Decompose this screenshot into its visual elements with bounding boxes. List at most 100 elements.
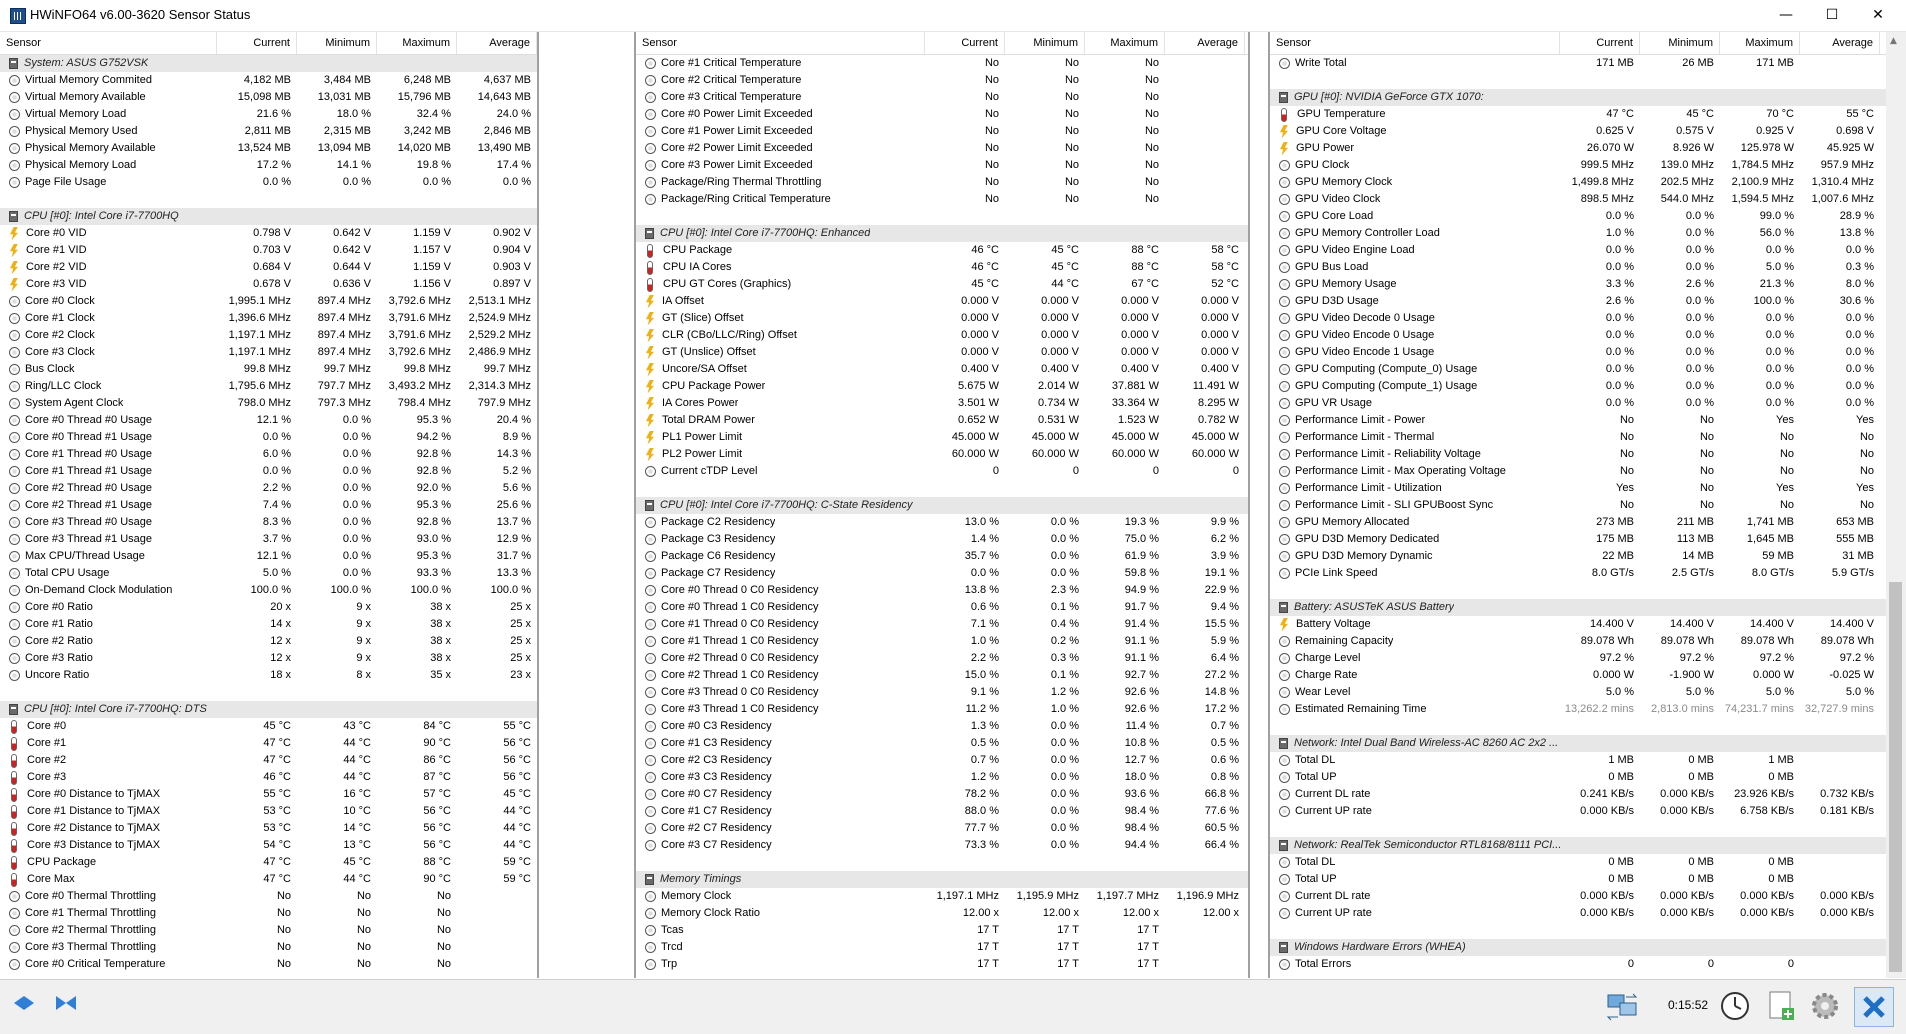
sensor-row[interactable]: Core #0 Thread 0 C0 Residency 13.8 % 2.3 %… xyxy=(636,582,1248,599)
sensor-row[interactable]: GPU D3D Memory Dynamic 22 MB 14 MB 59 MB 31 … xyxy=(1270,548,1886,565)
sensor-row[interactable]: Core #2 VID 0.684 V 0.644 V 1.159 V 0.903 V xyxy=(0,259,537,276)
column-header-minimum[interactable]: Minimum xyxy=(297,32,377,54)
sensor-row[interactable]: Virtual Memory Commited 4,182 MB 3,484 MB 6… xyxy=(0,72,537,89)
sensor-row[interactable]: Core #3 Thread 1 C0 Residency 11.2 % 1.0 %… xyxy=(636,701,1248,718)
sensor-group-header[interactable]: Battery: ASUSTeK ASUS Battery xyxy=(1270,599,1886,616)
sensor-row[interactable]: Total DRAM Power 0.652 W 0.531 W 1.523 W 0.7… xyxy=(636,412,1248,429)
sensor-row[interactable]: Charge Rate 0.000 W -1.900 W 0.000 W -0.025 … xyxy=(1270,667,1886,684)
sensor-row[interactable]: GPU D3D Usage 2.6 % 0.0 % 100.0 % 30.6 % xyxy=(1270,293,1886,310)
sensor-row[interactable]: GPU Video Encode 0 Usage 0.0 % 0.0 % 0.0 % 0… xyxy=(1270,327,1886,344)
add-report-icon[interactable] xyxy=(1762,987,1800,1025)
sensor-row[interactable]: Core #0 Clock 1,995.1 MHz 897.4 MHz 3,792.6… xyxy=(0,293,537,310)
sensor-row[interactable]: Core #2 Clock 1,197.1 MHz 897.4 MHz 3,791.6… xyxy=(0,327,537,344)
minimize-button[interactable]: — xyxy=(1763,0,1809,31)
sensor-row[interactable]: Core #2 Thermal Throttling No No No xyxy=(0,922,537,939)
sensor-row[interactable]: PL2 Power Limit 60.000 W 60.000 W 60.000 W 6… xyxy=(636,446,1248,463)
sensor-row[interactable]: PL1 Power Limit 45.000 W 45.000 W 45.000 W 4… xyxy=(636,429,1248,446)
sensor-row[interactable]: Package C6 Residency 35.7 % 0.0 % 61.9 % 3.9… xyxy=(636,548,1248,565)
sensor-row[interactable]: Core #0 Ratio 20 x 9 x 38 x 25 x xyxy=(0,599,537,616)
sensor-row[interactable]: Performance Limit - Max Operating Voltag… xyxy=(1270,463,1886,480)
sensor-group-header[interactable]: Network: RealTek Semiconductor RTL8168/8… xyxy=(1270,837,1886,854)
sensor-row[interactable]: Core #0 Thread #0 Usage 12.1 % 0.0 % 95.3 %… xyxy=(0,412,537,429)
sensor-row[interactable]: Physical Memory Used 2,811 MB 2,315 MB 3,24… xyxy=(0,123,537,140)
sensor-row[interactable]: Estimated Remaining Time 13,262.2 mins 2,8… xyxy=(1270,701,1886,718)
sensor-row[interactable]: Core #1 Thermal Throttling No No No xyxy=(0,905,537,922)
close-window-button[interactable]: ✕ xyxy=(1855,0,1901,31)
sensor-row[interactable]: Core #3 Thread #1 Usage 3.7 % 0.0 % 93.0 % 1… xyxy=(0,531,537,548)
sensor-row[interactable]: GPU Bus Load 0.0 % 0.0 % 5.0 % 0.3 % xyxy=(1270,259,1886,276)
sensor-row[interactable]: GT (Slice) Offset 0.000 V 0.000 V 0.000 V 0.… xyxy=(636,310,1248,327)
scrollbar[interactable]: ▲ xyxy=(1886,32,1906,978)
sensor-row[interactable]: Bus Clock 99.8 MHz 99.7 MHz 99.8 MHz 99.7 MH… xyxy=(0,361,537,378)
scrollbar-thumb[interactable] xyxy=(1889,582,1902,972)
scroll-up-icon[interactable]: ▲ xyxy=(1890,36,1897,46)
sensor-row[interactable]: GPU Core Voltage 0.625 V 0.575 V 0.925 V 0.6… xyxy=(1270,123,1886,140)
sensor-row[interactable]: Core #2 Distance to TjMAX 53 °C 14 °C 56 °C… xyxy=(0,820,537,837)
sensor-row[interactable]: Total UP 0 MB 0 MB 0 MB xyxy=(1270,769,1886,786)
sensor-row[interactable]: Core #0 Thermal Throttling No No No xyxy=(0,888,537,905)
sensor-row[interactable]: GPU Computing (Compute_1) Usage 0.0 % 0.0 … xyxy=(1270,378,1886,395)
sensor-row[interactable]: Performance Limit - Thermal No No No No xyxy=(1270,429,1886,446)
sensor-row[interactable]: Core #2 47 °C 44 °C 86 °C 56 °C xyxy=(0,752,537,769)
sensor-row[interactable]: Battery Voltage 14.400 V 14.400 V 14.400 V 1… xyxy=(1270,616,1886,633)
sensor-row[interactable]: Wear Level 5.0 % 5.0 % 5.0 % 5.0 % xyxy=(1270,684,1886,701)
sensor-row[interactable]: Core #2 Ratio 12 x 9 x 38 x 25 x xyxy=(0,633,537,650)
sensor-row[interactable]: IA Cores Power 3.501 W 0.734 W 33.364 W 8.29… xyxy=(636,395,1248,412)
sensor-row[interactable]: Max CPU/Thread Usage 12.1 % 0.0 % 95.3 % 31.… xyxy=(0,548,537,565)
sensor-row[interactable]: Core #3 C3 Residency 1.2 % 0.0 % 18.0 % 0.8 … xyxy=(636,769,1248,786)
column-header-current[interactable]: Current xyxy=(1560,32,1640,54)
sensor-row[interactable]: Current cTDP Level 0 0 0 0 xyxy=(636,463,1248,480)
sensor-row[interactable]: Memory Clock Ratio 12.00 x 12.00 x 12.00 x 1… xyxy=(636,905,1248,922)
sensor-row[interactable]: Core #1 Distance to TjMAX 53 °C 10 °C 56 °C… xyxy=(0,803,537,820)
sensor-row[interactable]: GPU Video Decode 0 Usage 0.0 % 0.0 % 0.0 % 0… xyxy=(1270,310,1886,327)
sensor-row[interactable]: Core #1 Power Limit Exceeded No No No xyxy=(636,123,1248,140)
sensor-row[interactable]: Ring/LLC Clock 1,795.6 MHz 797.7 MHz 3,493.… xyxy=(0,378,537,395)
sensor-row[interactable]: Current UP rate 0.000 KB/s 0.000 KB/s 6.758… xyxy=(1270,803,1886,820)
sensor-pane-3[interactable]: Sensor Current Minimum Maximum Average Write … xyxy=(1268,32,1888,978)
sensor-row[interactable]: Virtual Memory Available 15,098 MB 13,031 … xyxy=(0,89,537,106)
sensor-row[interactable]: CPU Package 46 °C 45 °C 88 °C 58 °C xyxy=(636,242,1248,259)
sensor-row[interactable]: CLR (CBo/LLC/Ring) Offset 0.000 V 0.000 V 0… xyxy=(636,327,1248,344)
sensor-row[interactable]: Core #2 Thread #0 Usage 2.2 % 0.0 % 92.0 % 5… xyxy=(0,480,537,497)
column-header-average[interactable]: Average xyxy=(1800,32,1880,54)
sensor-row[interactable]: Core #3 Ratio 12 x 9 x 38 x 25 x xyxy=(0,650,537,667)
sensor-row[interactable]: Core #3 Critical Temperature No No No xyxy=(636,89,1248,106)
sensor-row[interactable]: Current DL rate 0.241 KB/s 0.000 KB/s 23.92… xyxy=(1270,786,1886,803)
sensor-row[interactable]: Core #1 C7 Residency 88.0 % 0.0 % 98.4 % 77.… xyxy=(636,803,1248,820)
sensor-row[interactable]: CPU Package 47 °C 45 °C 88 °C 59 °C xyxy=(0,854,537,871)
settings-gear-icon[interactable] xyxy=(1806,987,1844,1025)
sensor-row[interactable]: Performance Limit - SLI GPUBoost Sync No N… xyxy=(1270,497,1886,514)
column-header-minimum[interactable]: Minimum xyxy=(1005,32,1085,54)
sensor-row[interactable]: Core #3 Thermal Throttling No No No xyxy=(0,939,537,956)
sensor-row[interactable]: GPU Memory Controller Load 1.0 % 0.0 % 56.0… xyxy=(1270,225,1886,242)
sensor-row[interactable]: Charge Level 97.2 % 97.2 % 97.2 % 97.2 % xyxy=(1270,650,1886,667)
sensor-row[interactable]: Core #1 Thread #1 Usage 0.0 % 0.0 % 92.8 % 5… xyxy=(0,463,537,480)
sensor-group-header[interactable]: Windows Hardware Errors (WHEA) xyxy=(1270,939,1886,956)
clock-icon[interactable] xyxy=(1716,987,1754,1025)
sensor-row[interactable]: Performance Limit - Reliability Voltage N… xyxy=(1270,446,1886,463)
sensor-row[interactable]: GPU VR Usage 0.0 % 0.0 % 0.0 % 0.0 % xyxy=(1270,395,1886,412)
sensor-row[interactable]: Package C3 Residency 1.4 % 0.0 % 75.0 % 6.2 … xyxy=(636,531,1248,548)
sensor-row[interactable]: Core #0 Thread #1 Usage 0.0 % 0.0 % 94.2 % 8… xyxy=(0,429,537,446)
sensor-row[interactable]: Total Errors 0 0 0 xyxy=(1270,956,1886,973)
sensor-row[interactable]: System Agent Clock 798.0 MHz 797.3 MHz 798.… xyxy=(0,395,537,412)
sensor-row[interactable]: Core #0 C7 Residency 78.2 % 0.0 % 93.6 % 66.… xyxy=(636,786,1248,803)
sensor-group-header[interactable]: Network: Intel Dual Band Wireless-AC 826… xyxy=(1270,735,1886,752)
sensor-row[interactable]: GPU Video Clock 898.5 MHz 544.0 MHz 1,594.5… xyxy=(1270,191,1886,208)
sensor-row[interactable]: Physical Memory Available 13,524 MB 13,094… xyxy=(0,140,537,157)
sensor-row[interactable]: Total DL 0 MB 0 MB 0 MB xyxy=(1270,854,1886,871)
sensor-row[interactable]: Core #2 Thread #1 Usage 7.4 % 0.0 % 95.3 % 2… xyxy=(0,497,537,514)
network-icon[interactable] xyxy=(1604,987,1642,1025)
sensor-row[interactable]: Trcd 17 T 17 T 17 T xyxy=(636,939,1248,956)
sensor-row[interactable]: Core Max 47 °C 44 °C 90 °C 59 °C xyxy=(0,871,537,888)
sensor-row[interactable]: Core #3 C7 Residency 73.3 % 0.0 % 94.4 % 66.… xyxy=(636,837,1248,854)
column-header-minimum[interactable]: Minimum xyxy=(1640,32,1720,54)
sensor-row[interactable]: GPU Memory Usage 3.3 % 2.6 % 21.3 % 8.0 % xyxy=(1270,276,1886,293)
sensor-row[interactable]: CPU Package Power 5.675 W 2.014 W 37.881 W 1… xyxy=(636,378,1248,395)
sensor-row[interactable]: Performance Limit - Power No No Yes Yes xyxy=(1270,412,1886,429)
sensor-row[interactable]: Core #2 Critical Temperature No No No xyxy=(636,72,1248,89)
column-header-sensor[interactable]: Sensor xyxy=(636,32,925,54)
sensor-row[interactable]: Core #1 Clock 1,396.6 MHz 897.4 MHz 3,791.6… xyxy=(0,310,537,327)
sensor-row[interactable]: Current DL rate 0.000 KB/s 0.000 KB/s 0.000… xyxy=(1270,888,1886,905)
sensor-row[interactable]: Total UP 0 MB 0 MB 0 MB xyxy=(1270,871,1886,888)
